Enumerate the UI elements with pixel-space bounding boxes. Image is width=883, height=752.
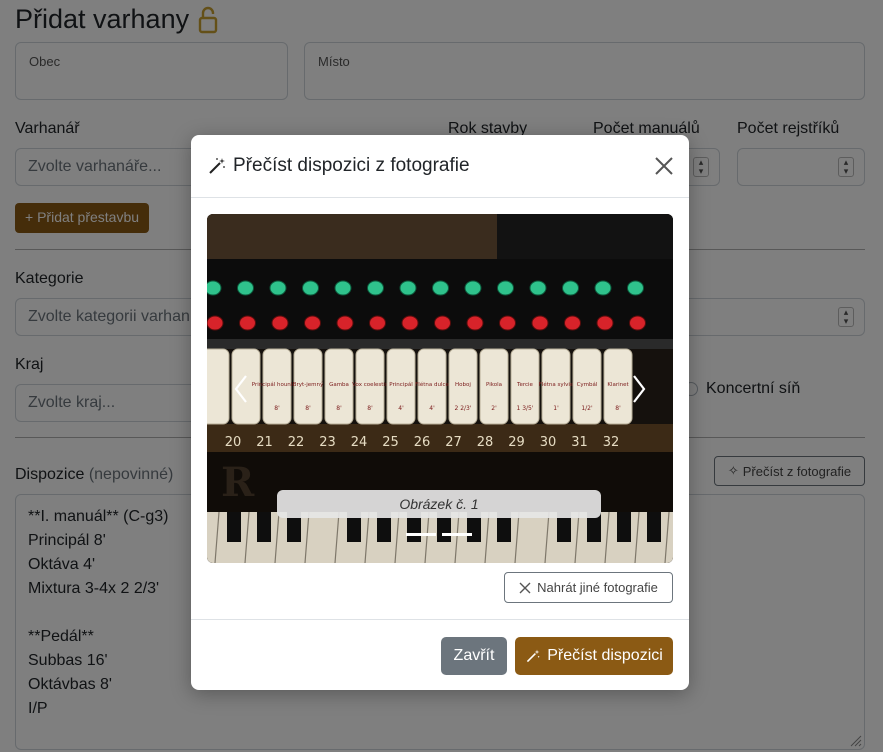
photo-letter-r: R bbox=[221, 459, 255, 506]
red-light bbox=[369, 315, 386, 331]
green-light bbox=[464, 280, 482, 296]
black-key bbox=[227, 512, 241, 542]
stop-tab-label: Tercie bbox=[516, 382, 534, 388]
green-light bbox=[529, 280, 547, 296]
read-disposition-modal: Přečíst dispozici z fotografie R Princip… bbox=[191, 135, 689, 690]
green-light bbox=[207, 280, 222, 296]
read-disposition-button[interactable]: Přečíst dispozici bbox=[515, 637, 673, 675]
photo-carousel[interactable]: R Principál hounlový 8' Bryt-jemný 8' Gamba 8… bbox=[207, 214, 673, 563]
green-light bbox=[237, 280, 254, 296]
black-key bbox=[647, 512, 661, 542]
stop-tab-size: 1 3/5' bbox=[516, 405, 533, 412]
strip-number: 28 bbox=[477, 435, 494, 450]
stop-tab-label: Klarinet bbox=[607, 382, 629, 388]
magic-wand-icon bbox=[527, 649, 540, 663]
modal-title: Přečíst dispozici z fotografie bbox=[207, 155, 470, 177]
red-light bbox=[207, 315, 224, 331]
strip-number: 30 bbox=[540, 435, 557, 450]
carousel-indicator[interactable] bbox=[442, 533, 472, 536]
modal-header: Přečíst dispozici z fotografie bbox=[191, 135, 689, 198]
strip-number: 26 bbox=[414, 435, 431, 450]
close-button-label: Zavřít bbox=[453, 647, 495, 664]
red-light bbox=[239, 315, 256, 331]
green-light bbox=[497, 280, 514, 296]
black-key bbox=[617, 512, 631, 542]
red-light bbox=[401, 315, 419, 331]
stop-tab-size: 8' bbox=[367, 405, 373, 412]
red-light bbox=[336, 315, 354, 331]
stop-tab-label: Vox coelestis bbox=[352, 382, 388, 388]
green-light bbox=[432, 280, 449, 296]
green-light bbox=[367, 280, 384, 296]
strip-number: 31 bbox=[571, 435, 588, 450]
upload-other-label: Nahrát jiné fotografie bbox=[537, 580, 658, 595]
stop-tab-size: 2' bbox=[491, 405, 497, 412]
stop-tab-label: Cymbál bbox=[577, 381, 598, 388]
strip-number: 23 bbox=[319, 435, 336, 450]
modal-footer: Zavřít Přečíst dispozici bbox=[191, 619, 689, 690]
stop-tab-label: Flétna dulce bbox=[415, 381, 449, 388]
strip-number: 22 bbox=[288, 435, 305, 450]
stop-tab-label: Principál bbox=[389, 381, 413, 388]
red-light bbox=[304, 315, 321, 331]
chevron-right-icon[interactable] bbox=[631, 374, 647, 404]
strip-number: 21 bbox=[256, 435, 273, 450]
chevron-left-icon[interactable] bbox=[233, 374, 249, 404]
red-light bbox=[499, 315, 516, 331]
red-light bbox=[564, 315, 581, 331]
modal-title-text: Přečíst dispozici z fotografie bbox=[233, 155, 470, 176]
black-key bbox=[257, 512, 271, 542]
stop-tab-label: Bryt-jemný bbox=[293, 381, 324, 388]
strip-number: 24 bbox=[351, 435, 368, 450]
upload-other-photos-button[interactable]: Nahrát jiné fotografie bbox=[504, 572, 673, 603]
stop-tab-size: 4' bbox=[398, 405, 404, 412]
close-button[interactable]: Zavřít bbox=[441, 637, 507, 675]
strip-number: 27 bbox=[445, 435, 462, 450]
green-light bbox=[269, 280, 287, 296]
green-light bbox=[594, 280, 612, 296]
stop-tab-label: Gamba bbox=[329, 382, 349, 388]
stop-tab-size: 1' bbox=[553, 405, 559, 412]
read-disposition-label: Přečíst dispozici bbox=[547, 647, 663, 664]
carousel-indicator[interactable] bbox=[406, 533, 436, 536]
carousel-caption: Obrázek č. 1 bbox=[277, 490, 601, 518]
stop-tab-size: 4' bbox=[429, 405, 435, 412]
stop-tab-size: 8' bbox=[336, 405, 342, 412]
strip-number: 29 bbox=[508, 435, 525, 450]
green-light bbox=[302, 280, 319, 296]
stop-tab-size: 2 2/3' bbox=[454, 405, 471, 412]
stop-tab bbox=[207, 348, 230, 425]
red-light bbox=[596, 315, 614, 331]
stop-tab-size: 8' bbox=[305, 405, 311, 412]
strip-number: 20 bbox=[225, 435, 242, 450]
x-icon bbox=[519, 582, 531, 593]
red-light bbox=[271, 315, 289, 331]
caption-text: Obrázek č. 1 bbox=[399, 496, 479, 512]
stop-tab-label: Hoboj bbox=[455, 382, 471, 388]
red-light bbox=[629, 315, 646, 331]
close-icon[interactable] bbox=[653, 155, 675, 177]
red-light bbox=[466, 315, 484, 331]
green-light bbox=[627, 280, 644, 296]
green-light bbox=[334, 280, 352, 296]
stop-tabs: Principál hounlový8'Bryt-jemný8'Gamba8'V… bbox=[207, 348, 633, 425]
stop-tab-size: 8' bbox=[274, 405, 280, 412]
green-light bbox=[562, 280, 579, 296]
red-light bbox=[531, 315, 549, 331]
strip-number: 25 bbox=[382, 435, 399, 450]
red-light bbox=[434, 315, 451, 331]
strip-number: 32 bbox=[603, 435, 620, 450]
stop-tab-label: Flétna sylvie bbox=[539, 381, 574, 388]
stop-tab-size: 1/2' bbox=[581, 405, 593, 412]
magic-wand-icon bbox=[209, 158, 225, 174]
stop-tab-label: Pikola bbox=[486, 382, 502, 388]
stop-tab-size: 8' bbox=[615, 405, 621, 412]
green-light bbox=[399, 280, 417, 296]
